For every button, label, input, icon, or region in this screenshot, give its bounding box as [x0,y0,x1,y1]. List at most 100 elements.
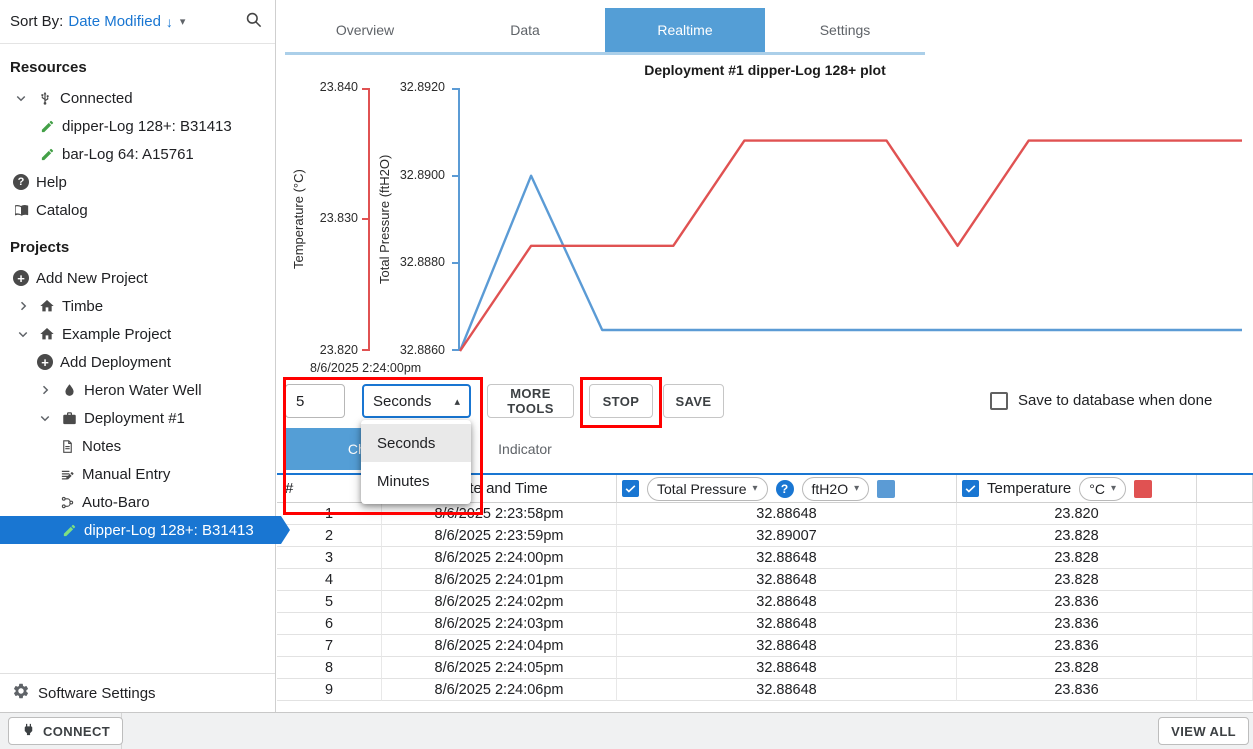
sort-by-value[interactable]: Date Modified [68,13,161,30]
table-row: 9 8/6/2025 2:24:06pm 32.88648 23.836 [277,679,1253,701]
chevron-down-icon[interactable] [14,325,32,343]
tab-settings[interactable]: Settings [765,8,925,52]
sidebar-item-catalog[interactable]: Catalog [0,196,275,224]
table-row: 6 8/6/2025 2:24:03pm 32.88648 23.836 [277,613,1253,635]
cell-pressure: 32.88648 [617,503,957,525]
view-all-button[interactable]: VIEW ALL [1158,717,1249,745]
sidebar-item-notes[interactable]: Notes [0,432,275,460]
cell-spacer [1197,547,1253,569]
pressure-unit-select[interactable]: ftH2O ▾ [801,476,870,501]
sidebar-item-deployment-1[interactable]: Deployment #1 [0,404,275,432]
sidebar-item-dipper-log[interactable]: dipper-Log 128+: B31413 [0,112,275,140]
pressure-channel-select[interactable]: Total Pressure ▾ [647,476,768,501]
sidebar-item-dipper-log-selected[interactable]: dipper-Log 128+: B31413 [0,516,290,544]
cell-datetime: 8/6/2025 2:24:03pm [382,613,617,635]
chevron-down-icon[interactable] [12,89,30,107]
cell-index: 6 [277,613,382,635]
help-icon[interactable]: ? [775,479,794,498]
temperature-checkbox[interactable] [962,480,979,497]
projects-header: Projects [10,239,70,256]
sort-direction-icon[interactable]: ↓ [166,14,173,30]
cell-temperature: 23.828 [957,569,1197,591]
cell-spacer [1197,569,1253,591]
pressure-color-swatch[interactable] [877,479,896,498]
software-settings-button[interactable]: Software Settings [0,673,275,712]
cell-temperature: 23.836 [957,591,1197,613]
dropdown-option-seconds[interactable]: Seconds [361,424,471,462]
sort-by-label: Sort By: [10,13,64,30]
save-button[interactable]: SAVE [663,384,724,418]
cell-index: 4 [277,569,382,591]
temperature-color-swatch[interactable] [1133,479,1152,498]
cell-datetime: 8/6/2025 2:24:05pm [382,657,617,679]
chevron-right-icon[interactable] [14,297,32,315]
cell-datetime: 8/6/2025 2:24:04pm [382,635,617,657]
more-tools-button[interactable]: MORE TOOLS [487,384,574,418]
sidebar-item-heron-water-well[interactable]: Heron Water Well [0,376,275,404]
pressure-checkbox[interactable] [622,480,639,497]
sidebar-item-add-new-project[interactable]: + Add New Project [0,264,275,292]
temperature-column-header: Temperature °C ▾ [957,475,1197,503]
sidebar-item-manual-entry[interactable]: Manual Entry [0,460,275,488]
cell-temperature: 23.828 [957,547,1197,569]
temperature-axis-label: Temperature (°C) [291,169,306,270]
home-icon [38,325,56,343]
chevron-right-icon[interactable] [36,381,54,399]
sidebar-item-label: dipper-Log 128+: B31413 [84,521,254,539]
water-drop-icon [60,381,78,399]
table-row: 5 8/6/2025 2:24:02pm 32.88648 23.836 [277,591,1253,613]
tab-realtime[interactable]: Realtime [605,8,765,52]
chevron-down-icon[interactable] [36,409,54,427]
sidebar-item-label: Deployment #1 [84,409,185,427]
tick-label: 23.840 [319,80,358,94]
chevron-down-icon[interactable]: ▾ [180,15,186,28]
cell-spacer [1197,525,1253,547]
interval-unit-value: Seconds [373,392,432,410]
interval-input[interactable] [285,384,345,418]
temperature-unit-select[interactable]: °C ▾ [1079,476,1126,501]
temperature-channel-label: Temperature [987,480,1072,497]
tick-label: 23.830 [319,211,358,225]
connect-button[interactable]: CONNECT [8,717,124,745]
temperature-axis-line [362,88,370,351]
sidebar-item-project-example[interactable]: Example Project [0,320,275,348]
sort-bar: Sort By: Date Modified ↓ ▾ [0,0,275,44]
chevron-down-icon: ▾ [752,483,758,494]
cell-datetime: 8/6/2025 2:23:59pm [382,525,617,547]
sidebar-item-bar-log[interactable]: bar-Log 64: A15761 [0,140,275,168]
cell-spacer [1197,635,1253,657]
interval-unit-select[interactable]: Seconds ▴ [362,384,471,418]
sidebar-item-auto-baro[interactable]: Auto-Baro [0,488,275,516]
pressure-axis-ticks: 32.8920 32.8900 32.8880 32.8860 [387,80,445,357]
table-row: 1 8/6/2025 2:23:58pm 32.88648 23.820 [277,503,1253,525]
sidebar-item-label: dipper-Log 128+: B31413 [62,117,232,135]
sidebar-item-help[interactable]: ? Help [0,168,275,196]
cell-temperature: 23.836 [957,613,1197,635]
chart-title: Deployment #1 dipper-Log 128+ plot [644,62,886,78]
dropdown-option-minutes[interactable]: Minutes [361,462,471,500]
tab-data[interactable]: Data [445,8,605,52]
search-icon[interactable] [244,10,263,34]
sidebar-item-connected[interactable]: Connected [0,84,275,112]
chevron-up-icon: ▴ [454,395,460,408]
cell-temperature: 23.836 [957,679,1197,701]
save-to-database-checkbox[interactable] [990,392,1008,410]
sidebar-item-label: Manual Entry [82,465,171,483]
spacer-column-header [1197,475,1253,503]
cell-temperature: 23.820 [957,503,1197,525]
temperature-series-line [459,139,1242,352]
cell-spacer [1197,503,1253,525]
cell-pressure: 32.88648 [617,591,957,613]
tab-overview[interactable]: Overview [285,8,445,52]
x-axis-tick-label: 8/6/2025 2:24:00pm [310,361,422,375]
total-pressure-series-line [458,174,1242,352]
cell-spacer [1197,679,1253,701]
chevron-down-icon: ▾ [1110,483,1116,494]
merge-icon [58,493,76,511]
cell-datetime: 8/6/2025 2:24:00pm [382,547,617,569]
stop-button[interactable]: STOP [589,384,653,418]
sidebar-item-project-timbe[interactable]: Timbe [0,292,275,320]
sidebar-item-add-deployment[interactable]: + Add Deployment [0,348,275,376]
sidebar-item-label: Notes [82,437,122,455]
realtime-data-table: # Date and Time Total Pressure ▾ ? ftH2O… [277,473,1253,701]
